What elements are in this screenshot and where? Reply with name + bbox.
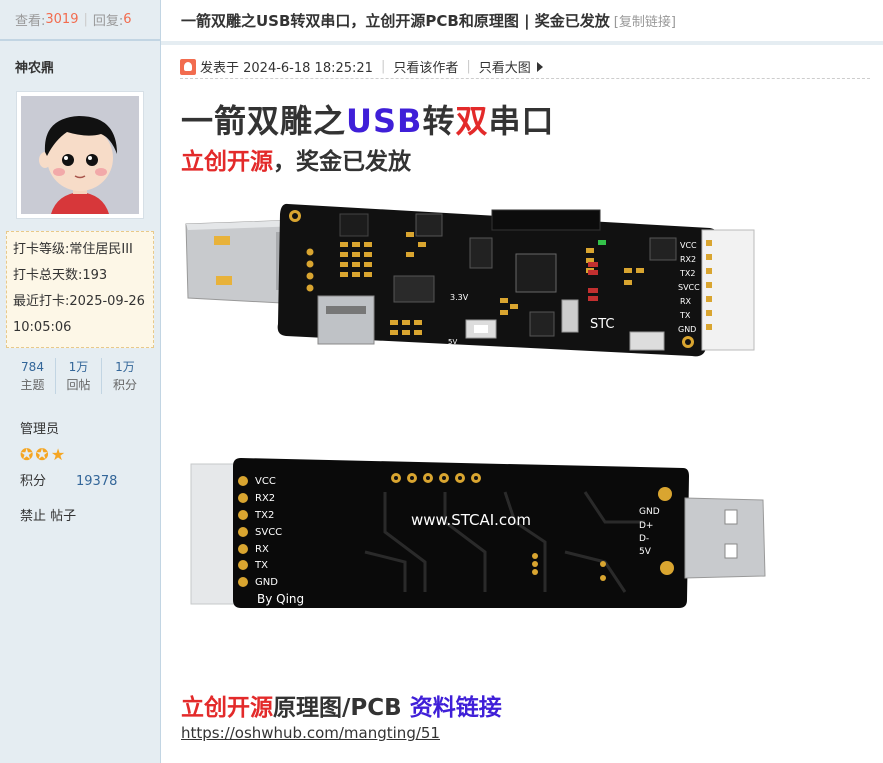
points-row: 积分 19378 bbox=[0, 464, 160, 489]
ban-post-link[interactable]: 禁止 帖子 bbox=[0, 489, 160, 524]
stat-threads[interactable]: 784 主题 bbox=[10, 358, 56, 394]
checkin-level-label: 打卡等级: bbox=[13, 242, 70, 257]
replies-count: 6 bbox=[123, 12, 132, 27]
post-subheading: 立创开源，奖金已发放 bbox=[181, 142, 411, 176]
post-date: 发表于 2024-6-18 18:25:21 bbox=[200, 61, 373, 76]
pcb-back-url: www.STCAI.com bbox=[411, 511, 531, 529]
author-name[interactable]: 神农鼎 bbox=[0, 41, 160, 81]
checkin-days-label: 打卡总天数: bbox=[13, 268, 83, 283]
checkin-days: 193 bbox=[82, 268, 108, 283]
pcb-back-author: By Qing bbox=[257, 592, 304, 606]
post-heading: 一箭双雕之USB转双串口 bbox=[181, 96, 554, 142]
subheading-part: ，奖金已发放 bbox=[273, 149, 411, 175]
thread-stats: 查看: 3019 | 回复: 6 bbox=[0, 0, 160, 41]
usb-pin-label: GND bbox=[639, 507, 660, 517]
pcb-back-pin-label: GND bbox=[255, 577, 278, 588]
stat-threads-value[interactable]: 784 bbox=[10, 358, 55, 376]
copy-link-button[interactable]: [复制链接] bbox=[614, 11, 676, 30]
thread-title: 一箭双雕之USB转双串口，立创开源PCB和原理图 | 奖金已发放 bbox=[181, 12, 610, 30]
usb-pin-label: D+ bbox=[639, 521, 653, 531]
author-sidebar: 查看: 3019 | 回复: 6 神农鼎 打卡等级:常住居民III 打卡总天数:… bbox=[0, 0, 161, 763]
pcb-back-pin-label: TX bbox=[254, 560, 268, 571]
resources-part: 立创开源 bbox=[181, 695, 273, 721]
checkin-last-label: 最近打卡: bbox=[13, 294, 70, 309]
pcb-pin-label: RX2 bbox=[680, 255, 696, 264]
author-stats: 784 主题 1万 回帖 1万 积分 bbox=[0, 358, 160, 394]
resources-part: 原理图/PCB bbox=[273, 695, 410, 721]
usb-pin-label: D- bbox=[639, 534, 649, 544]
stat-replies-value[interactable]: 1万 bbox=[56, 358, 101, 376]
resources-part: 资料链接 bbox=[409, 695, 502, 721]
stat-replies-label: 回帖 bbox=[66, 378, 91, 392]
pcb-back-pin-label: SVCC bbox=[255, 527, 282, 538]
stat-points-value[interactable]: 1万 bbox=[102, 358, 148, 376]
stat-points[interactable]: 1万 积分 bbox=[102, 358, 148, 394]
heading-part: 串口 bbox=[488, 102, 555, 140]
post-author-icon bbox=[180, 58, 196, 75]
heading-part: 双 bbox=[455, 102, 489, 140]
pcb-front-image[interactable]: STC 3.3V 5V VCC RX2 TX2 SVCC RX TX GND bbox=[180, 196, 760, 366]
points-value: 19378 bbox=[76, 474, 118, 489]
pcb-pin-label: GND bbox=[678, 325, 696, 334]
pcb-back-pin-label: TX2 bbox=[254, 510, 274, 521]
pcb-back-pin-label: VCC bbox=[255, 476, 276, 487]
checkin-info: 打卡等级:常住居民III 打卡总天数:193 最近打卡:2025-09-26 1… bbox=[6, 231, 154, 348]
stat-replies[interactable]: 1万 回帖 bbox=[56, 358, 102, 394]
pcb-voltage-text: 3.3V bbox=[450, 293, 469, 302]
pcb-5v-text: 5V bbox=[448, 338, 457, 346]
avatar-image bbox=[21, 96, 139, 214]
pcb-back-image[interactable]: VCC RX2 TX2 SVCC RX TX GND GND D+ D- 5V … bbox=[185, 452, 770, 612]
stat-points-label: 积分 bbox=[112, 378, 137, 392]
pcb-back-pin-label: RX2 bbox=[255, 493, 275, 504]
user-role[interactable]: 管理员 bbox=[0, 394, 160, 437]
pcb-pin-label: TX2 bbox=[679, 269, 695, 278]
pcb-pin-label: TX bbox=[679, 311, 691, 320]
thread-title-bar: 一箭双雕之USB转双串口，立创开源PCB和原理图 | 奖金已发放 [复制链接] bbox=[161, 0, 883, 45]
heading-part: 一箭双雕之 bbox=[181, 102, 347, 140]
stat-threads-label: 主题 bbox=[20, 378, 45, 392]
resources-heading: 立创开源原理图/PCB 资料链接 bbox=[181, 688, 502, 722]
points-label: 积分 bbox=[20, 474, 47, 489]
usb-pin-label: 5V bbox=[639, 547, 652, 557]
pcb-pin-label: RX bbox=[680, 297, 692, 306]
views-count: 3019 bbox=[45, 12, 79, 27]
avatar[interactable] bbox=[16, 91, 144, 219]
pcb-back-pin-label: RX bbox=[255, 544, 269, 555]
views-label: 查看: bbox=[15, 14, 46, 29]
post-meta: 发表于 2024-6-18 18:25:21 | 只看该作者 | 只看大图 bbox=[180, 55, 870, 79]
pcb-pin-label: SVCC bbox=[678, 283, 700, 292]
star-icon: ★ bbox=[50, 445, 68, 464]
resource-link[interactable]: https://oshwhub.com/mangting/51 bbox=[181, 724, 440, 742]
big-image-link[interactable]: 只看大图 bbox=[479, 57, 531, 76]
subheading-part: 立创开源 bbox=[181, 149, 273, 175]
arrow-right-icon bbox=[536, 61, 543, 72]
rank-stars: ✪✪★ bbox=[0, 437, 160, 464]
checkin-level: 常住居民III bbox=[69, 242, 133, 257]
heading-part: 转 bbox=[422, 102, 456, 140]
pcb-pin-label: VCC bbox=[680, 241, 697, 250]
only-author-link[interactable]: 只看该作者 bbox=[393, 57, 458, 76]
heading-part: USB bbox=[346, 102, 423, 140]
pcb-brand-text: STC bbox=[590, 317, 615, 332]
gear-icon: ✪ bbox=[35, 445, 51, 464]
replies-label: 回复: bbox=[92, 14, 124, 29]
gear-icon: ✪ bbox=[20, 445, 36, 464]
